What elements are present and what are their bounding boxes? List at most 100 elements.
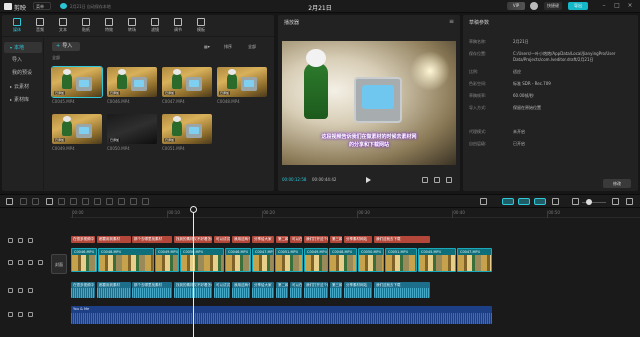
voice-clip[interactable]: 都要用到素材 [97,282,131,298]
tab-adjust[interactable]: 调节 [167,17,189,35]
voice-clip[interactable]: 可以在 [290,282,302,298]
media-thumbnail[interactable]: 已添加 [162,114,212,144]
tab-transition[interactable]: 转场 [121,17,143,35]
video-clip[interactable]: C0046.MP4 [225,248,251,272]
voice-clip[interactable]: 可以试试 [214,282,230,298]
fit-timeline-icon[interactable] [626,198,633,205]
sidebar-item[interactable]: ▾ 本地 [4,42,42,53]
menu-button[interactable]: 菜单 [33,2,51,10]
video-clip[interactable]: C0048.MP4 [329,248,357,272]
cover-button[interactable]: 封面 [51,254,67,274]
zoom-slider-knob[interactable] [586,199,592,205]
text-clip[interactable]: 分享素材网站 [344,236,372,243]
export-button[interactable]: 导出 [568,2,588,10]
tab-audio[interactable]: 音频 [29,17,51,35]
fullscreen-icon[interactable] [446,177,452,183]
text-clip[interactable]: 第三款 [330,236,342,243]
rotate-icon[interactable] [130,198,137,205]
voice-clip[interactable]: 第二款 [276,282,288,298]
video-clip[interactable]: C0051.MP4 [275,248,303,272]
media-thumbnail[interactable]: 已添加 [107,67,157,97]
avatar[interactable] [530,2,538,10]
text-clip[interactable]: 在很多视频中 [71,236,95,243]
voice-clip[interactable]: 第三款 [330,282,342,298]
minimize-icon[interactable]: – [600,2,608,10]
voice-clip[interactable]: 那个去哪里找素材 [132,282,172,298]
voice-clip[interactable]: 我们打开这个网站 [304,282,328,298]
media-thumbnail[interactable]: 已添加 [52,114,102,144]
video-clip[interactable]: C0046.MP4 [71,248,97,272]
video-clip[interactable]: C0049.MP4 [155,248,179,272]
text-clip[interactable]: 分享给大家 [252,236,274,243]
media-thumbnail[interactable]: 已添加 [51,66,103,98]
maximize-icon[interactable]: □ [613,2,621,10]
media-thumbnail[interactable]: 已添加 [162,67,212,97]
split-right-icon[interactable] [70,198,77,205]
voice-clip[interactable]: 在很多视频中 [71,282,95,298]
zoom-out-icon[interactable] [572,198,579,205]
lock-icon[interactable] [18,260,23,265]
auto-snap-icon[interactable] [518,198,530,205]
freeze-icon[interactable] [94,198,101,205]
filter-button[interactable]: 全部 [248,43,256,51]
text-clip[interactable]: 第二款 [276,236,288,243]
microphone-icon[interactable] [480,198,487,205]
mute-icon[interactable] [38,260,43,265]
volume-icon[interactable] [28,288,33,293]
sort-button[interactable]: 排序 [224,43,232,51]
split-icon[interactable] [46,198,53,205]
text-clip[interactable]: 我们打开这个网站 [304,236,328,243]
voice-clip[interactable]: 我用这两个 [232,282,250,298]
video-clip[interactable]: C0050.MP4 [358,248,384,272]
media-thumbnail[interactable]: 已添加 [107,114,157,144]
zoom-in-icon[interactable] [612,198,619,205]
voice-clip[interactable]: 分享素材网站 [344,282,372,298]
view-toggle-icon[interactable]: ▦▾ [204,43,210,51]
tab-effects[interactable]: 特效 [98,17,120,35]
text-clip[interactable]: 可以在 [290,236,302,243]
video-preview[interactable]: 这段视频告诉我们在做素材的时候去素材网 的分享和下载网站 [282,41,456,165]
play-icon[interactable] [366,177,371,183]
voice-clip[interactable]: 我们这就去下载 [374,282,430,298]
video-clip[interactable]: C0051.MP4 [385,248,417,272]
sidebar-item[interactable]: 导入 [4,55,42,66]
mirror-icon[interactable] [118,198,125,205]
close-icon[interactable]: × [626,2,634,10]
text-clip[interactable]: 可以试试 [214,236,230,243]
video-clip[interactable]: C0050.MP4 [180,248,224,272]
tab-text[interactable]: 文本 [52,17,74,35]
undo-icon[interactable] [20,198,27,205]
video-clip[interactable]: C0047.MP4 [252,248,274,272]
media-thumbnail[interactable]: 已添加 [217,67,267,97]
main-track-magnet-icon[interactable] [502,198,514,205]
sidebar-item[interactable]: 我的预设 [4,68,42,79]
video-clip[interactable]: C0048.MP4 [98,248,154,272]
time-ruler[interactable]: 00:00|00:10|00:20|00:30|00:40|00:50|01:0… [70,208,640,218]
import-button[interactable]: + 导入 [52,42,80,51]
select-tool-icon[interactable] [6,198,13,205]
cloud-sync-icon[interactable] [60,3,67,9]
fit-view-icon[interactable] [422,177,428,183]
more-icon[interactable]: ≡ [449,18,454,25]
volume-icon[interactable] [28,312,33,317]
tab-media[interactable]: 媒体 [6,17,28,35]
crop-icon[interactable] [142,198,149,205]
playhead-handle[interactable] [190,206,197,213]
modify-button[interactable]: 修改 [603,179,631,188]
delete-icon[interactable] [82,198,89,205]
text-clip[interactable]: 那个去哪里找素材 [132,236,172,243]
tab-template[interactable]: 模板 [190,17,212,35]
music-clip[interactable]: You & Me [71,306,492,324]
tab-sticker[interactable]: 贴纸 [75,17,97,35]
tab-filter[interactable]: 滤镜 [144,17,166,35]
reverse-icon[interactable] [106,198,113,205]
sidebar-item[interactable]: ▸ 云素材 [4,81,42,92]
lock-icon[interactable] [18,312,23,317]
lock-icon[interactable] [18,288,23,293]
visibility-icon[interactable] [28,238,33,243]
linkage-icon[interactable] [534,198,546,205]
redo-icon[interactable] [32,198,39,205]
preview-axis-icon[interactable] [552,198,559,205]
split-left-icon[interactable] [58,198,65,205]
text-clip[interactable]: 都要用到素材 [97,236,131,243]
